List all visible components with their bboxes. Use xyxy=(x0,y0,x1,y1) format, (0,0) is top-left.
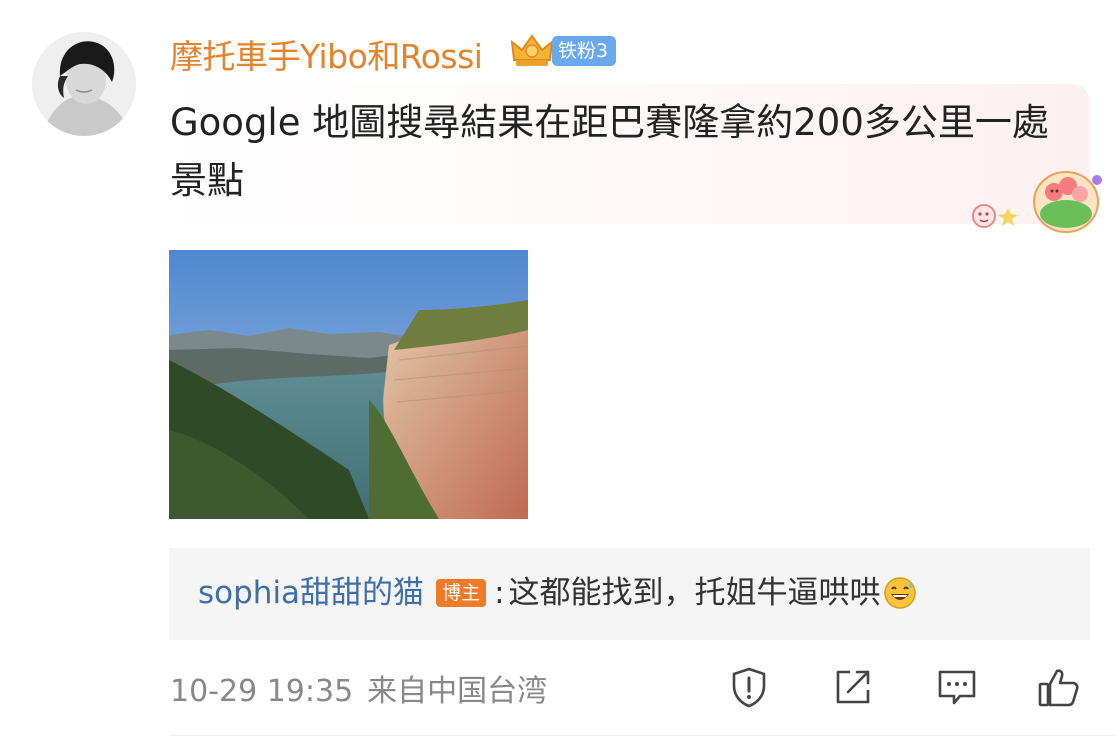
share-icon[interactable] xyxy=(830,664,876,710)
bubble-decoration xyxy=(972,171,1102,233)
like-icon[interactable] xyxy=(1036,664,1082,710)
reply-text: 这都能找到，托姐牛逼哄哄 xyxy=(508,575,881,611)
host-badge: 博主 xyxy=(436,579,487,607)
avatar[interactable] xyxy=(32,32,136,136)
divider xyxy=(170,735,1116,736)
reply-separator: : xyxy=(494,575,505,611)
avatar-image xyxy=(32,32,136,136)
comment-location: 来自中国台湾 xyxy=(367,674,548,709)
comment-text: Google 地圖搜尋結果在距巴賽隆拿約200多公里一處景點 xyxy=(170,101,1049,202)
comment-meta: 10-29 19:35 来自中国台湾 xyxy=(170,666,547,710)
landscape-photo[interactable] xyxy=(169,250,528,519)
grinning-sweat-emoji xyxy=(883,577,916,609)
reply-username[interactable]: sophia甜甜的猫 xyxy=(198,570,424,616)
comment-icon[interactable] xyxy=(934,664,980,710)
reply-line: sophia甜甜的猫 博主 : 这都能找到，托姐牛逼哄哄 xyxy=(198,570,917,616)
comment-username[interactable]: 摩托車手Yibo和Rossi xyxy=(170,30,483,78)
comment-timestamp: 10-29 19:35 xyxy=(170,674,354,709)
report-icon[interactable] xyxy=(726,664,772,710)
fan-level-badge: 铁粉3 xyxy=(552,36,617,66)
comment-card: 摩托車手Yibo和Rossi 铁粉3 Google 地圖搜尋結果在距巴賽隆拿約2… xyxy=(0,0,1116,751)
crown-icon xyxy=(510,34,554,66)
